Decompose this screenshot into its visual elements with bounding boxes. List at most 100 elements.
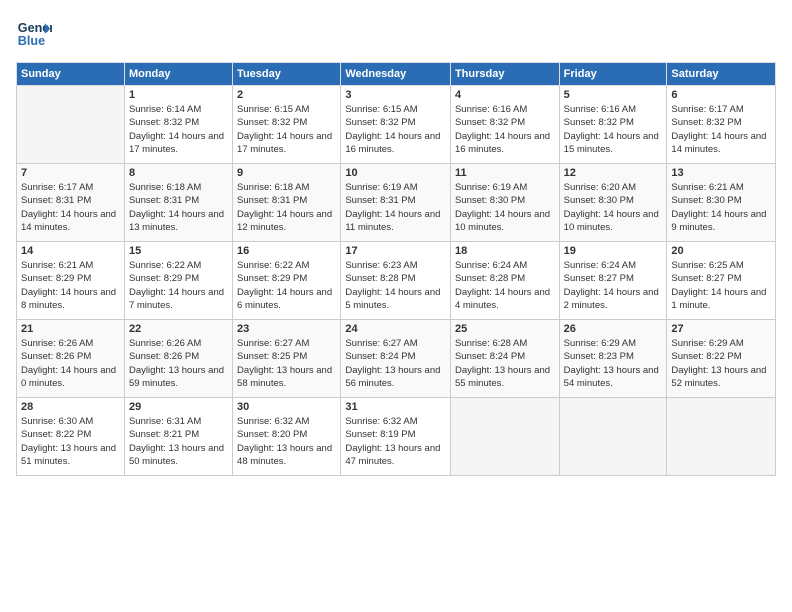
logo: General Blue xyxy=(16,16,56,52)
day-info: Sunrise: 6:22 AMSunset: 8:29 PMDaylight:… xyxy=(129,259,228,312)
header-wednesday: Wednesday xyxy=(341,63,451,86)
header-monday: Monday xyxy=(124,63,232,86)
day-info: Sunrise: 6:15 AMSunset: 8:32 PMDaylight:… xyxy=(345,103,446,156)
week-row-4: 21 Sunrise: 6:26 AMSunset: 8:26 PMDayligh… xyxy=(17,320,776,398)
day-number: 6 xyxy=(671,89,771,101)
day-number: 28 xyxy=(21,401,120,413)
logo-icon: General Blue xyxy=(16,16,52,52)
day-info: Sunrise: 6:19 AMSunset: 8:31 PMDaylight:… xyxy=(345,181,446,234)
day-cell: 20 Sunrise: 6:25 AMSunset: 8:27 PMDayligh… xyxy=(667,242,776,320)
day-info: Sunrise: 6:16 AMSunset: 8:32 PMDaylight:… xyxy=(455,103,555,156)
header-friday: Friday xyxy=(559,63,667,86)
day-number: 1 xyxy=(129,89,228,101)
day-cell: 30 Sunrise: 6:32 AMSunset: 8:20 PMDayligh… xyxy=(233,398,341,476)
day-cell: 15 Sunrise: 6:22 AMSunset: 8:29 PMDayligh… xyxy=(124,242,232,320)
day-info: Sunrise: 6:22 AMSunset: 8:29 PMDaylight:… xyxy=(237,259,336,312)
day-cell: 11 Sunrise: 6:19 AMSunset: 8:30 PMDayligh… xyxy=(450,164,559,242)
header-sunday: Sunday xyxy=(17,63,125,86)
day-cell: 26 Sunrise: 6:29 AMSunset: 8:23 PMDayligh… xyxy=(559,320,667,398)
day-cell: 14 Sunrise: 6:21 AMSunset: 8:29 PMDayligh… xyxy=(17,242,125,320)
day-number: 5 xyxy=(564,89,663,101)
day-info: Sunrise: 6:32 AMSunset: 8:20 PMDaylight:… xyxy=(237,415,336,468)
day-number: 26 xyxy=(564,323,663,335)
day-number: 4 xyxy=(455,89,555,101)
day-info: Sunrise: 6:19 AMSunset: 8:30 PMDaylight:… xyxy=(455,181,555,234)
day-cell: 12 Sunrise: 6:20 AMSunset: 8:30 PMDayligh… xyxy=(559,164,667,242)
day-cell: 8 Sunrise: 6:18 AMSunset: 8:31 PMDaylight… xyxy=(124,164,232,242)
day-number: 21 xyxy=(21,323,120,335)
day-number: 31 xyxy=(345,401,446,413)
day-info: Sunrise: 6:20 AMSunset: 8:30 PMDaylight:… xyxy=(564,181,663,234)
day-info: Sunrise: 6:31 AMSunset: 8:21 PMDaylight:… xyxy=(129,415,228,468)
day-cell: 22Sunrise: 6:26 AMSunset: 8:26 PMDayligh… xyxy=(124,320,232,398)
day-number: 10 xyxy=(345,167,446,179)
day-cell: 2 Sunrise: 6:15 AMSunset: 8:32 PMDaylight… xyxy=(233,86,341,164)
day-cell: 6 Sunrise: 6:17 AMSunset: 8:32 PMDaylight… xyxy=(667,86,776,164)
day-number: 2 xyxy=(237,89,336,101)
day-number: 14 xyxy=(21,245,120,257)
day-number: 7 xyxy=(21,167,120,179)
day-info: Sunrise: 6:25 AMSunset: 8:27 PMDaylight:… xyxy=(671,259,771,312)
day-info: Sunrise: 6:28 AMSunset: 8:24 PMDaylight:… xyxy=(455,337,555,390)
day-info: Sunrise: 6:26 AMSunset: 8:26 PMDaylight:… xyxy=(129,337,228,390)
day-number: 9 xyxy=(237,167,336,179)
day-cell: 24Sunrise: 6:27 AMSunset: 8:24 PMDayligh… xyxy=(341,320,451,398)
day-cell xyxy=(559,398,667,476)
day-number: 27 xyxy=(671,323,771,335)
day-cell: 7 Sunrise: 6:17 AMSunset: 8:31 PMDaylight… xyxy=(17,164,125,242)
day-cell: 31Sunrise: 6:32 AMSunset: 8:19 PMDayligh… xyxy=(341,398,451,476)
header-tuesday: Tuesday xyxy=(233,63,341,86)
day-number: 20 xyxy=(671,245,771,257)
day-info: Sunrise: 6:21 AMSunset: 8:30 PMDaylight:… xyxy=(671,181,771,234)
day-cell: 21 Sunrise: 6:26 AMSunset: 8:26 PMDayligh… xyxy=(17,320,125,398)
day-number: 15 xyxy=(129,245,228,257)
page-container: General Blue SundayMondayTuesdayWednesda… xyxy=(0,0,792,484)
day-cell: 1 Sunrise: 6:14 AMSunset: 8:32 PMDaylight… xyxy=(124,86,232,164)
day-cell: 27 Sunrise: 6:29 AMSunset: 8:22 PMDayligh… xyxy=(667,320,776,398)
day-cell: 9 Sunrise: 6:18 AMSunset: 8:31 PMDaylight… xyxy=(233,164,341,242)
calendar-table: SundayMondayTuesdayWednesdayThursdayFrid… xyxy=(16,62,776,476)
day-cell: 19Sunrise: 6:24 AMSunset: 8:27 PMDayligh… xyxy=(559,242,667,320)
day-number: 17 xyxy=(345,245,446,257)
day-info: Sunrise: 6:26 AMSunset: 8:26 PMDaylight:… xyxy=(21,337,120,390)
day-info: Sunrise: 6:29 AMSunset: 8:23 PMDaylight:… xyxy=(564,337,663,390)
day-info: Sunrise: 6:17 AMSunset: 8:31 PMDaylight:… xyxy=(21,181,120,234)
day-info: Sunrise: 6:15 AMSunset: 8:32 PMDaylight:… xyxy=(237,103,336,156)
day-cell: 3 Sunrise: 6:15 AMSunset: 8:32 PMDaylight… xyxy=(341,86,451,164)
week-row-1: 1 Sunrise: 6:14 AMSunset: 8:32 PMDaylight… xyxy=(17,86,776,164)
day-number: 3 xyxy=(345,89,446,101)
day-number: 30 xyxy=(237,401,336,413)
day-info: Sunrise: 6:18 AMSunset: 8:31 PMDaylight:… xyxy=(129,181,228,234)
day-info: Sunrise: 6:30 AMSunset: 8:22 PMDaylight:… xyxy=(21,415,120,468)
day-info: Sunrise: 6:17 AMSunset: 8:32 PMDaylight:… xyxy=(671,103,771,156)
day-cell xyxy=(667,398,776,476)
day-cell: 10 Sunrise: 6:19 AMSunset: 8:31 PMDayligh… xyxy=(341,164,451,242)
day-info: Sunrise: 6:24 AMSunset: 8:27 PMDaylight:… xyxy=(564,259,663,312)
day-cell: 23Sunrise: 6:27 AMSunset: 8:25 PMDayligh… xyxy=(233,320,341,398)
day-info: Sunrise: 6:14 AMSunset: 8:32 PMDaylight:… xyxy=(129,103,228,156)
day-cell: 4 Sunrise: 6:16 AMSunset: 8:32 PMDaylight… xyxy=(450,86,559,164)
header: General Blue xyxy=(16,16,776,52)
day-info: Sunrise: 6:29 AMSunset: 8:22 PMDaylight:… xyxy=(671,337,771,390)
day-cell: 28 Sunrise: 6:30 AMSunset: 8:22 PMDayligh… xyxy=(17,398,125,476)
day-info: Sunrise: 6:24 AMSunset: 8:28 PMDaylight:… xyxy=(455,259,555,312)
day-info: Sunrise: 6:27 AMSunset: 8:24 PMDaylight:… xyxy=(345,337,446,390)
header-saturday: Saturday xyxy=(667,63,776,86)
day-info: Sunrise: 6:23 AMSunset: 8:28 PMDaylight:… xyxy=(345,259,446,312)
day-number: 12 xyxy=(564,167,663,179)
day-number: 8 xyxy=(129,167,228,179)
calendar-header-row: SundayMondayTuesdayWednesdayThursdayFrid… xyxy=(17,63,776,86)
day-cell: 17 Sunrise: 6:23 AMSunset: 8:28 PMDayligh… xyxy=(341,242,451,320)
day-number: 29 xyxy=(129,401,228,413)
week-row-3: 14 Sunrise: 6:21 AMSunset: 8:29 PMDayligh… xyxy=(17,242,776,320)
day-info: Sunrise: 6:16 AMSunset: 8:32 PMDaylight:… xyxy=(564,103,663,156)
day-cell: 5 Sunrise: 6:16 AMSunset: 8:32 PMDaylight… xyxy=(559,86,667,164)
day-info: Sunrise: 6:18 AMSunset: 8:31 PMDaylight:… xyxy=(237,181,336,234)
header-thursday: Thursday xyxy=(450,63,559,86)
week-row-2: 7 Sunrise: 6:17 AMSunset: 8:31 PMDaylight… xyxy=(17,164,776,242)
day-info: Sunrise: 6:21 AMSunset: 8:29 PMDaylight:… xyxy=(21,259,120,312)
day-number: 25 xyxy=(455,323,555,335)
day-cell: 13Sunrise: 6:21 AMSunset: 8:30 PMDayligh… xyxy=(667,164,776,242)
day-number: 16 xyxy=(237,245,336,257)
day-number: 11 xyxy=(455,167,555,179)
